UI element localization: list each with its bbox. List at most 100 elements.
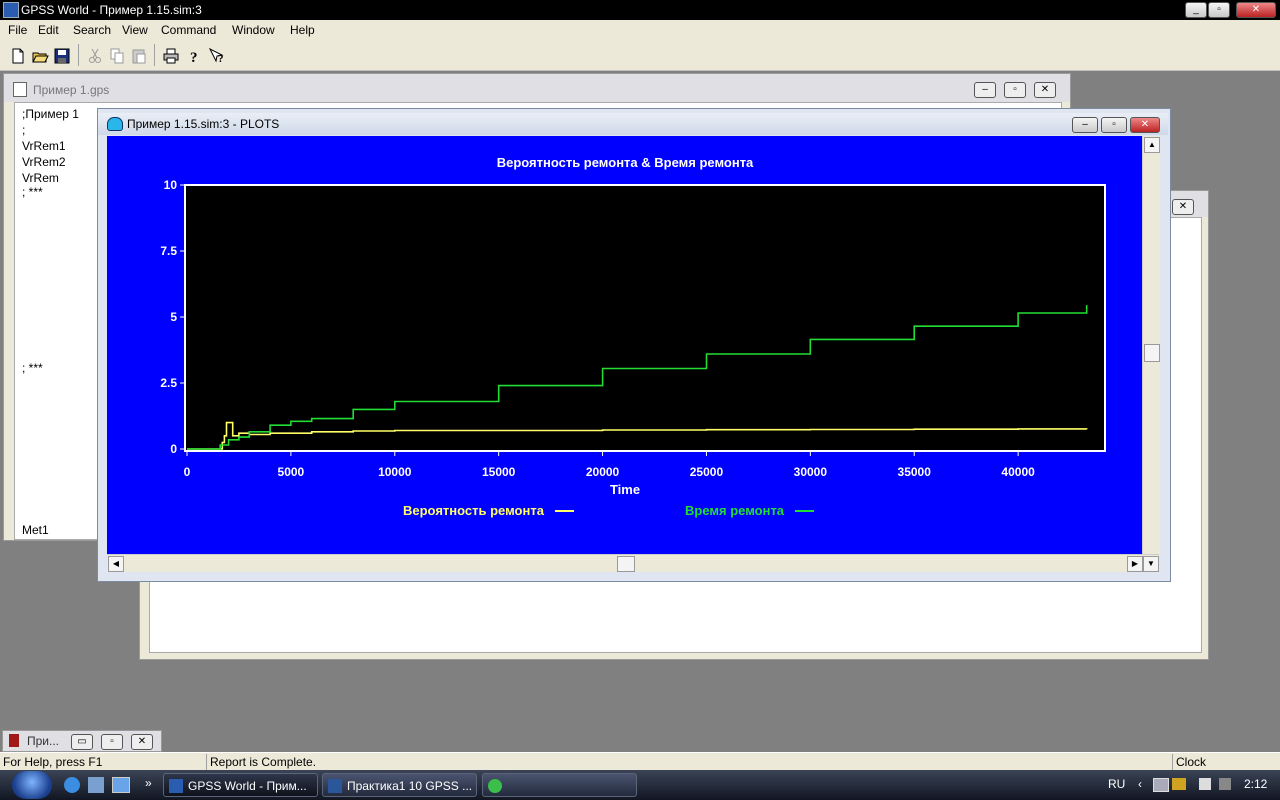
code-line: VrRem2 <box>22 155 66 169</box>
save-icon[interactable] <box>52 46 72 66</box>
toolbar-divider <box>154 44 155 66</box>
help-icon[interactable]: ? <box>184 46 204 66</box>
x-tick-label: 40000 <box>1001 465 1035 479</box>
scroll-down-icon[interactable]: ▼ <box>1143 556 1159 572</box>
legend-label-1: Вероятность ремонта <box>403 503 545 518</box>
network-icon[interactable] <box>1153 778 1169 792</box>
code-line: VrRem <box>22 171 59 185</box>
legend-label-2: Время ремонта <box>685 503 785 518</box>
power-icon[interactable] <box>1199 778 1211 790</box>
taskbar-item-label: Практика1 10 GPSS ... <box>347 779 473 793</box>
ie-icon[interactable] <box>64 777 80 793</box>
status-help-text: For Help, press F1 <box>3 755 103 769</box>
context-help-icon[interactable]: ? <box>207 46 227 66</box>
tray-expand-icon[interactable]: ‹ <box>1138 777 1142 791</box>
vertical-scrollbar[interactable]: ▲ <box>1142 136 1160 554</box>
minimized-maximize-button[interactable]: ▫ <box>101 734 123 750</box>
code-line: ; <box>22 123 26 137</box>
plots-minimize-button[interactable]: – <box>1072 117 1098 133</box>
y-tick-label: 10 <box>164 178 178 192</box>
y-tick-label: 0 <box>170 442 177 456</box>
chart-svg: Вероятность ремонта & Время ремонта Time… <box>160 155 1106 518</box>
horizontal-scroll-thumb[interactable] <box>617 556 635 572</box>
legend: Вероятность ремонта Время ремонта <box>403 503 814 518</box>
app-title: GPSS World - Пример 1.15.sim:3 <box>21 3 202 17</box>
menu-edit[interactable]: Edit <box>38 23 59 37</box>
menu-command[interactable]: Command <box>161 23 216 37</box>
app-icon[interactable] <box>3 2 19 18</box>
language-indicator[interactable]: RU <box>1108 777 1125 791</box>
show-desktop-icon[interactable] <box>112 777 130 793</box>
open-folder-icon[interactable] <box>30 46 50 66</box>
x-tick-label: 25000 <box>690 465 724 479</box>
svg-text:?: ? <box>190 50 198 65</box>
plots-window-titlebar[interactable]: Пример 1.15.sim:3 - PLOTS – ▫ ✕ <box>98 113 1168 135</box>
x-axis-label: Time <box>610 482 640 497</box>
taskbar-item-label: GPSS World - Прим... <box>188 779 307 793</box>
report-close-button[interactable]: ✕ <box>1172 199 1194 215</box>
vertical-scroll-thumb[interactable] <box>1144 344 1160 362</box>
code-line: ; *** <box>22 185 43 199</box>
x-tick-label: 15000 <box>482 465 516 479</box>
volume-icon[interactable] <box>1219 778 1231 790</box>
model-window-title: Пример 1.gps <box>33 83 110 97</box>
taskbar: » GPSS World - Прим... Практика1 10 GPSS… <box>0 770 1280 800</box>
menu-help[interactable]: Help <box>290 23 315 37</box>
menu-bar: File Edit Search View Command Window Hel… <box>0 20 1280 40</box>
plot-area: Вероятность ремонта & Время ремонта Time… <box>107 136 1142 554</box>
menu-window[interactable]: Window <box>232 23 275 37</box>
x-tick-label: 5000 <box>278 465 305 479</box>
minimize-button[interactable]: _ <box>1185 2 1207 18</box>
start-button[interactable] <box>12 771 52 799</box>
code-line: ;Пример 1 <box>22 107 79 121</box>
taskbar-item-word[interactable]: Практика1 10 GPSS ... <box>322 773 477 797</box>
code-line: Met1 <box>22 523 49 537</box>
print-icon[interactable] <box>161 46 181 66</box>
scroll-left-icon[interactable]: ◀ <box>108 556 124 572</box>
close-button[interactable]: ✕ <box>1236 2 1276 18</box>
plot-frame <box>184 184 1106 452</box>
minimized-window[interactable]: При... ▭ ▫ ✕ <box>2 730 162 752</box>
model-minimize-button[interactable]: – <box>974 82 996 98</box>
code-line: ; *** <box>22 361 43 375</box>
cut-icon[interactable] <box>85 46 105 66</box>
taskbar-item-gpss[interactable]: GPSS World - Прим... <box>163 773 318 797</box>
menu-file[interactable]: File <box>8 23 27 37</box>
x-tick-label: 20000 <box>586 465 620 479</box>
maximize-button[interactable]: ▫ <box>1208 2 1230 18</box>
status-clock-label: Clock <box>1172 754 1276 770</box>
taskbar-item-search[interactable] <box>482 773 637 797</box>
status-report-text: Report is Complete. <box>206 754 1170 770</box>
horizontal-scrollbar[interactable]: ◀ ▶ ▼ <box>107 554 1159 572</box>
paste-icon[interactable] <box>129 46 149 66</box>
scroll-up-icon[interactable]: ▲ <box>1144 137 1160 153</box>
tray-icon[interactable] <box>1172 778 1186 790</box>
status-bar: For Help, press F1 Report is Complete. C… <box>0 752 1280 771</box>
minimized-restore-button[interactable]: ▭ <box>71 734 93 750</box>
plots-close-button[interactable]: ✕ <box>1130 117 1160 133</box>
model-window-titlebar[interactable]: Пример 1.gps – ▫ ✕ <box>4 74 1070 102</box>
menu-search[interactable]: Search <box>73 23 111 37</box>
minimized-close-button[interactable]: ✕ <box>131 734 153 750</box>
plot-window-icon <box>107 117 123 131</box>
word-app-icon <box>328 779 342 793</box>
x-tick-label: 0 <box>184 465 191 479</box>
quicklaunch-more-icon[interactable]: » <box>145 776 152 790</box>
code-line: VrRem1 <box>22 139 66 153</box>
x-tick-label: 10000 <box>378 465 412 479</box>
document-icon <box>9 734 19 747</box>
y-tick-label: 7.5 <box>160 244 177 258</box>
toolbar-divider <box>78 44 79 66</box>
toolbar: ? ? <box>0 40 1280 71</box>
x-tick-label: 30000 <box>794 465 828 479</box>
new-file-icon[interactable] <box>8 46 28 66</box>
explorer-icon[interactable] <box>88 777 104 793</box>
copy-icon[interactable] <box>107 46 127 66</box>
menu-view[interactable]: View <box>122 23 148 37</box>
chart-title: Вероятность ремонта & Время ремонта <box>497 155 754 170</box>
model-maximize-button[interactable]: ▫ <box>1004 82 1026 98</box>
plots-maximize-button[interactable]: ▫ <box>1101 117 1127 133</box>
model-close-button[interactable]: ✕ <box>1034 82 1056 98</box>
scroll-right-icon[interactable]: ▶ <box>1127 556 1143 572</box>
taskbar-clock[interactable]: 2:12 <box>1244 777 1267 791</box>
